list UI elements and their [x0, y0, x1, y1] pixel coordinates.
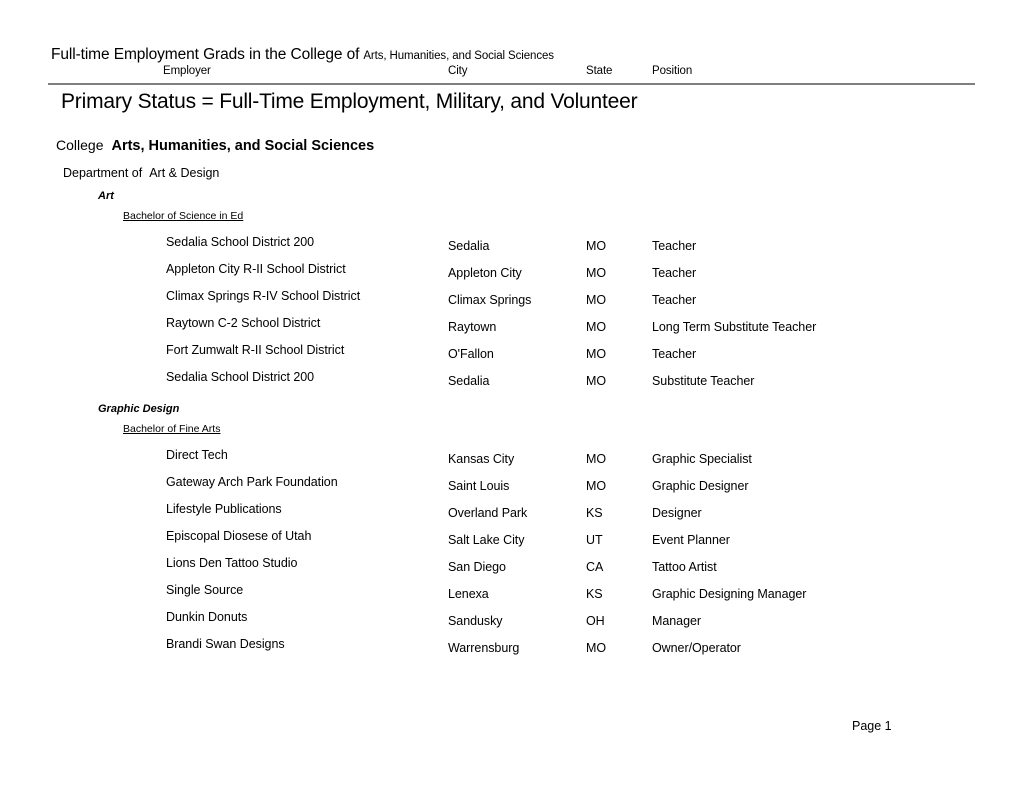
cell-employer: Single Source: [166, 583, 244, 597]
cell-position: Teacher: [652, 239, 697, 253]
degree-heading: Bachelor of Fine Arts: [123, 423, 221, 435]
cell-employer: Raytown C-2 School District: [166, 316, 321, 330]
cell-city: Sedalia: [448, 239, 490, 253]
cell-city: Saint Louis: [448, 479, 510, 493]
cell-state: UT: [586, 533, 603, 547]
table-row: Lifestyle Publications Overland Park KS Des…: [0, 502, 1020, 529]
cell-position: Manager: [652, 614, 701, 628]
table-row: Fort Zumwalt R-II School District O'Fallo…: [0, 343, 1020, 370]
cell-city: Warrensburg: [448, 641, 520, 655]
cell-position: Teacher: [652, 266, 697, 280]
cell-position: Graphic Designer: [652, 479, 749, 493]
cell-state: MO: [586, 347, 607, 361]
cell-position: Long Term Substitute Teacher: [652, 320, 817, 334]
college-label: College: [56, 137, 104, 153]
cell-position: Substitute Teacher: [652, 374, 755, 388]
report-header: Full-time Employment Grads in the Colleg…: [48, 46, 976, 82]
cell-position: Teacher: [652, 347, 697, 361]
college-row: College Arts, Humanities, and Social Scie…: [56, 137, 374, 155]
table-row: Sedalia School District 200 Sedalia MO Teac…: [0, 235, 1020, 262]
cell-state: MO: [586, 266, 607, 280]
table-row: Appleton City R-II School District Applet…: [0, 262, 1020, 289]
cell-city: Kansas City: [448, 452, 515, 466]
major-heading: Art: [98, 190, 114, 202]
table-row: Brandi Swan Designs Warrensburg MO Owner/Op…: [0, 637, 1020, 664]
major-heading: Graphic Design: [98, 403, 180, 415]
degree-heading: Bachelor of Science in Ed: [123, 210, 244, 222]
cell-city: Lenexa: [448, 587, 489, 601]
table-row: Gateway Arch Park Foundation Saint Louis M…: [0, 475, 1020, 502]
report-header-title: Full-time Employment Grads in the Colleg…: [51, 46, 360, 63]
table-row: Episcopal Diosese of Utah Salt Lake City U…: [0, 529, 1020, 556]
report-page: Full-time Employment Grads in the Colleg…: [0, 0, 1020, 788]
header-divider: [48, 83, 975, 85]
cell-employer: Appleton City R-II School District: [166, 262, 346, 276]
cell-city: Salt Lake City: [448, 533, 525, 547]
cell-state: OH: [586, 614, 605, 628]
cell-city: Sedalia: [448, 374, 490, 388]
cell-employer: Episcopal Diosese of Utah: [166, 529, 312, 543]
cell-city: Raytown: [448, 320, 497, 334]
department-label: Department of: [63, 166, 143, 180]
page-number: Page 1: [852, 719, 892, 733]
column-header-position: Position: [652, 65, 693, 77]
cell-employer: Lions Den Tattoo Studio: [166, 556, 298, 570]
cell-state: MO: [586, 293, 607, 307]
cell-position: Graphic Specialist: [652, 452, 752, 466]
report-header-college: Arts, Humanities, and Social Sciences: [363, 50, 554, 62]
cell-position: Designer: [652, 506, 702, 520]
cell-employer: Direct Tech: [166, 448, 228, 462]
cell-employer: Brandi Swan Designs: [166, 637, 285, 651]
cell-state: KS: [586, 506, 603, 520]
cell-city: Sandusky: [448, 614, 503, 628]
column-header-state: State: [586, 65, 613, 77]
cell-position: Owner/Operator: [652, 641, 741, 655]
department-value: Art & Design: [149, 166, 220, 180]
cell-state: KS: [586, 587, 603, 601]
cell-employer: Dunkin Donuts: [166, 610, 248, 624]
report-header-title-row: Full-time Employment Grads in the Colleg…: [51, 46, 554, 64]
cell-state: MO: [586, 641, 607, 655]
cell-employer: Climax Springs R-IV School District: [166, 289, 361, 303]
cell-position: Graphic Designing Manager: [652, 587, 807, 601]
cell-city: Climax Springs: [448, 293, 532, 307]
cell-employer: Sedalia School District 200: [166, 370, 315, 384]
cell-state: MO: [586, 239, 607, 253]
cell-city: San Diego: [448, 560, 506, 574]
cell-employer: Fort Zumwalt R-II School District: [166, 343, 345, 357]
cell-position: Teacher: [652, 293, 697, 307]
table-row: Raytown C-2 School District Raytown MO Long…: [0, 316, 1020, 343]
cell-position: Tattoo Artist: [652, 560, 717, 574]
cell-employer: Gateway Arch Park Foundation: [166, 475, 338, 489]
cell-state: MO: [586, 320, 607, 334]
table-row: Lions Den Tattoo Studio San Diego CA Tattoo…: [0, 556, 1020, 583]
department-row: Department of Art & Design: [63, 164, 219, 182]
cell-state: MO: [586, 479, 607, 493]
cell-state: CA: [586, 560, 604, 574]
cell-employer: Lifestyle Publications: [166, 502, 282, 516]
column-header-city: City: [448, 65, 468, 77]
cell-state: MO: [586, 374, 607, 388]
cell-position: Event Planner: [652, 533, 730, 547]
college-value: Arts, Humanities, and Social Sciences: [111, 138, 375, 154]
table-row: Dunkin Donuts Sandusky OH Manager: [0, 610, 1020, 637]
page-title: Primary Status = Full-Time Employment, M…: [61, 90, 638, 113]
cell-city: Overland Park: [448, 506, 528, 520]
table-row: Direct Tech Kansas City MO Graphic Speciali…: [0, 448, 1020, 475]
cell-state: MO: [586, 452, 607, 466]
cell-city: O'Fallon: [448, 347, 494, 361]
column-header-employer: Employer: [163, 65, 211, 77]
cell-city: Appleton City: [448, 266, 522, 280]
table-row: Sedalia School District 200 Sedalia MO Subs…: [0, 370, 1020, 397]
cell-employer: Sedalia School District 200: [166, 235, 315, 249]
table-row: Climax Springs R-IV School District Clima…: [0, 289, 1020, 316]
table-row: Single Source Lenexa KS Graphic Designing M…: [0, 583, 1020, 610]
